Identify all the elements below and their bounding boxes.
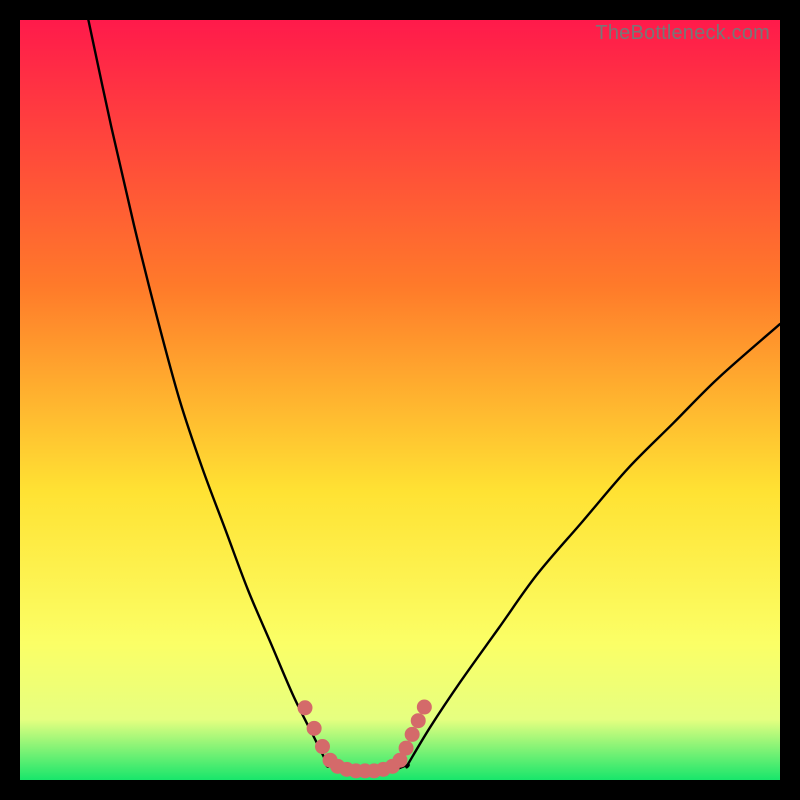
highlight-dot bbox=[405, 727, 420, 742]
highlight-dot bbox=[315, 739, 330, 754]
highlight-dot bbox=[417, 700, 432, 715]
highlight-dot bbox=[411, 713, 426, 728]
chart-frame: TheBottleneck.com bbox=[20, 20, 780, 780]
highlight-dot bbox=[307, 721, 322, 736]
watermark-text: TheBottleneck.com bbox=[595, 22, 770, 45]
highlight-dot bbox=[298, 700, 313, 715]
highlight-dot bbox=[399, 741, 414, 756]
gradient-background bbox=[20, 20, 780, 780]
chart-svg bbox=[20, 20, 780, 780]
